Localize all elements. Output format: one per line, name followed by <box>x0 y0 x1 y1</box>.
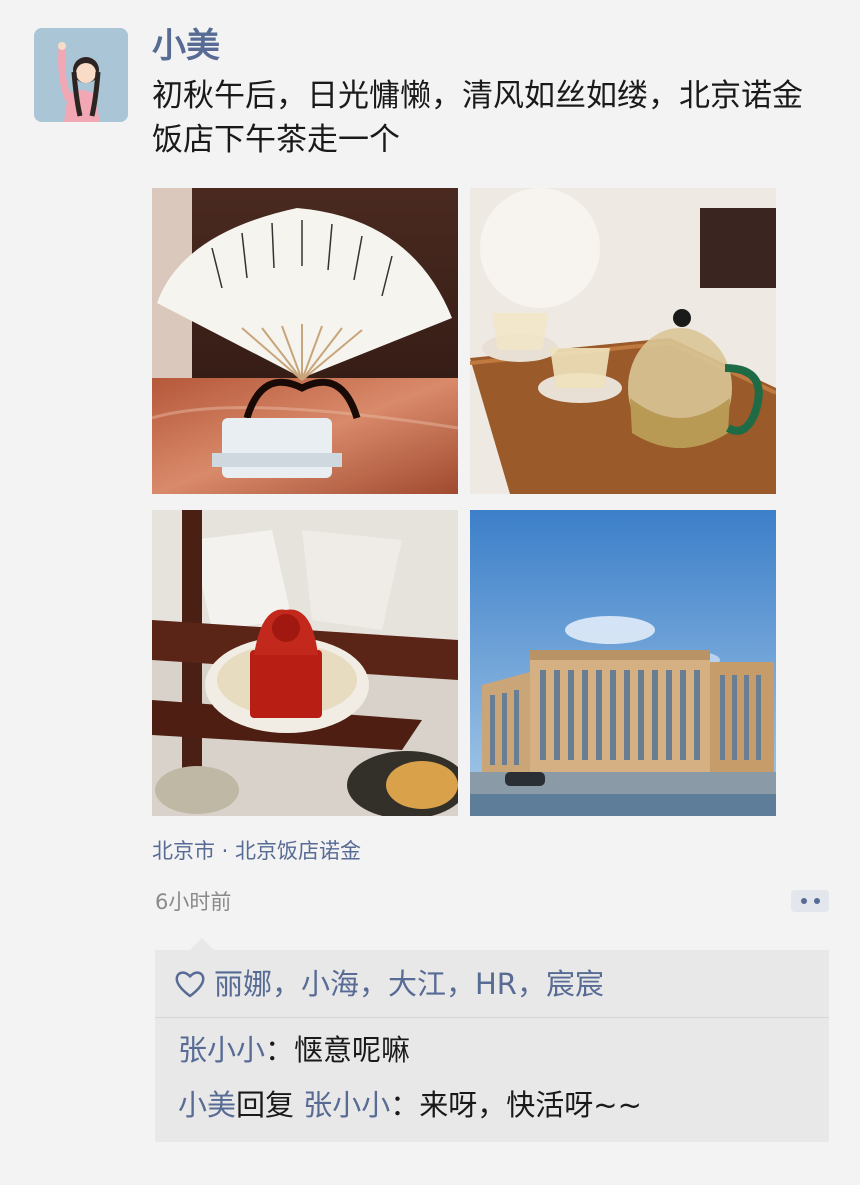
comment-item[interactable]: 小美回复 张小小：来呀，快活呀~~ <box>178 1083 642 1127</box>
location-link[interactable]: 北京市 · 北京饭店诺金 <box>152 836 361 866</box>
reply-label: 回复 <box>236 1088 295 1122</box>
comment-separator: ： <box>265 1033 295 1067</box>
comment-text: 来呀，快活呀~~ <box>419 1088 642 1122</box>
likes-row: 丽娜，小海，大江，HR，宸宸 <box>174 962 604 1006</box>
post-text: 初秋午后，日光慵懒，清风如丝如缕，北京诺金饭店下午茶走一个 <box>152 78 803 158</box>
dot-icon <box>800 898 807 904</box>
author-name[interactable]: 小美 <box>152 24 220 68</box>
comment-text: 惬意呢嘛 <box>294 1033 411 1067</box>
avatar[interactable] <box>34 28 128 122</box>
photo-tea-set[interactable] <box>470 188 776 494</box>
comment-item[interactable]: 张小小：惬意呢嘛 <box>178 1028 410 1072</box>
comment-author[interactable]: 小美 <box>178 1088 236 1122</box>
post-time: 6小时前 <box>155 890 232 914</box>
comment-author[interactable]: 张小小 <box>178 1033 265 1067</box>
dot-icon <box>813 898 820 904</box>
heart-icon <box>175 971 205 998</box>
likes-names[interactable]: 丽娜，小海，大江，HR，宸宸 <box>214 962 604 1006</box>
photo-hotel-building[interactable] <box>470 510 776 816</box>
comment-box-caret <box>190 938 214 950</box>
photo-red-seal[interactable] <box>152 510 458 816</box>
comment-separator: ： <box>390 1088 420 1122</box>
more-options-button[interactable] <box>791 890 829 912</box>
avatar-illustration <box>34 28 128 122</box>
divider <box>155 1017 829 1018</box>
photo-fan[interactable] <box>152 188 458 494</box>
reply-target[interactable]: 张小小 <box>294 1088 390 1122</box>
